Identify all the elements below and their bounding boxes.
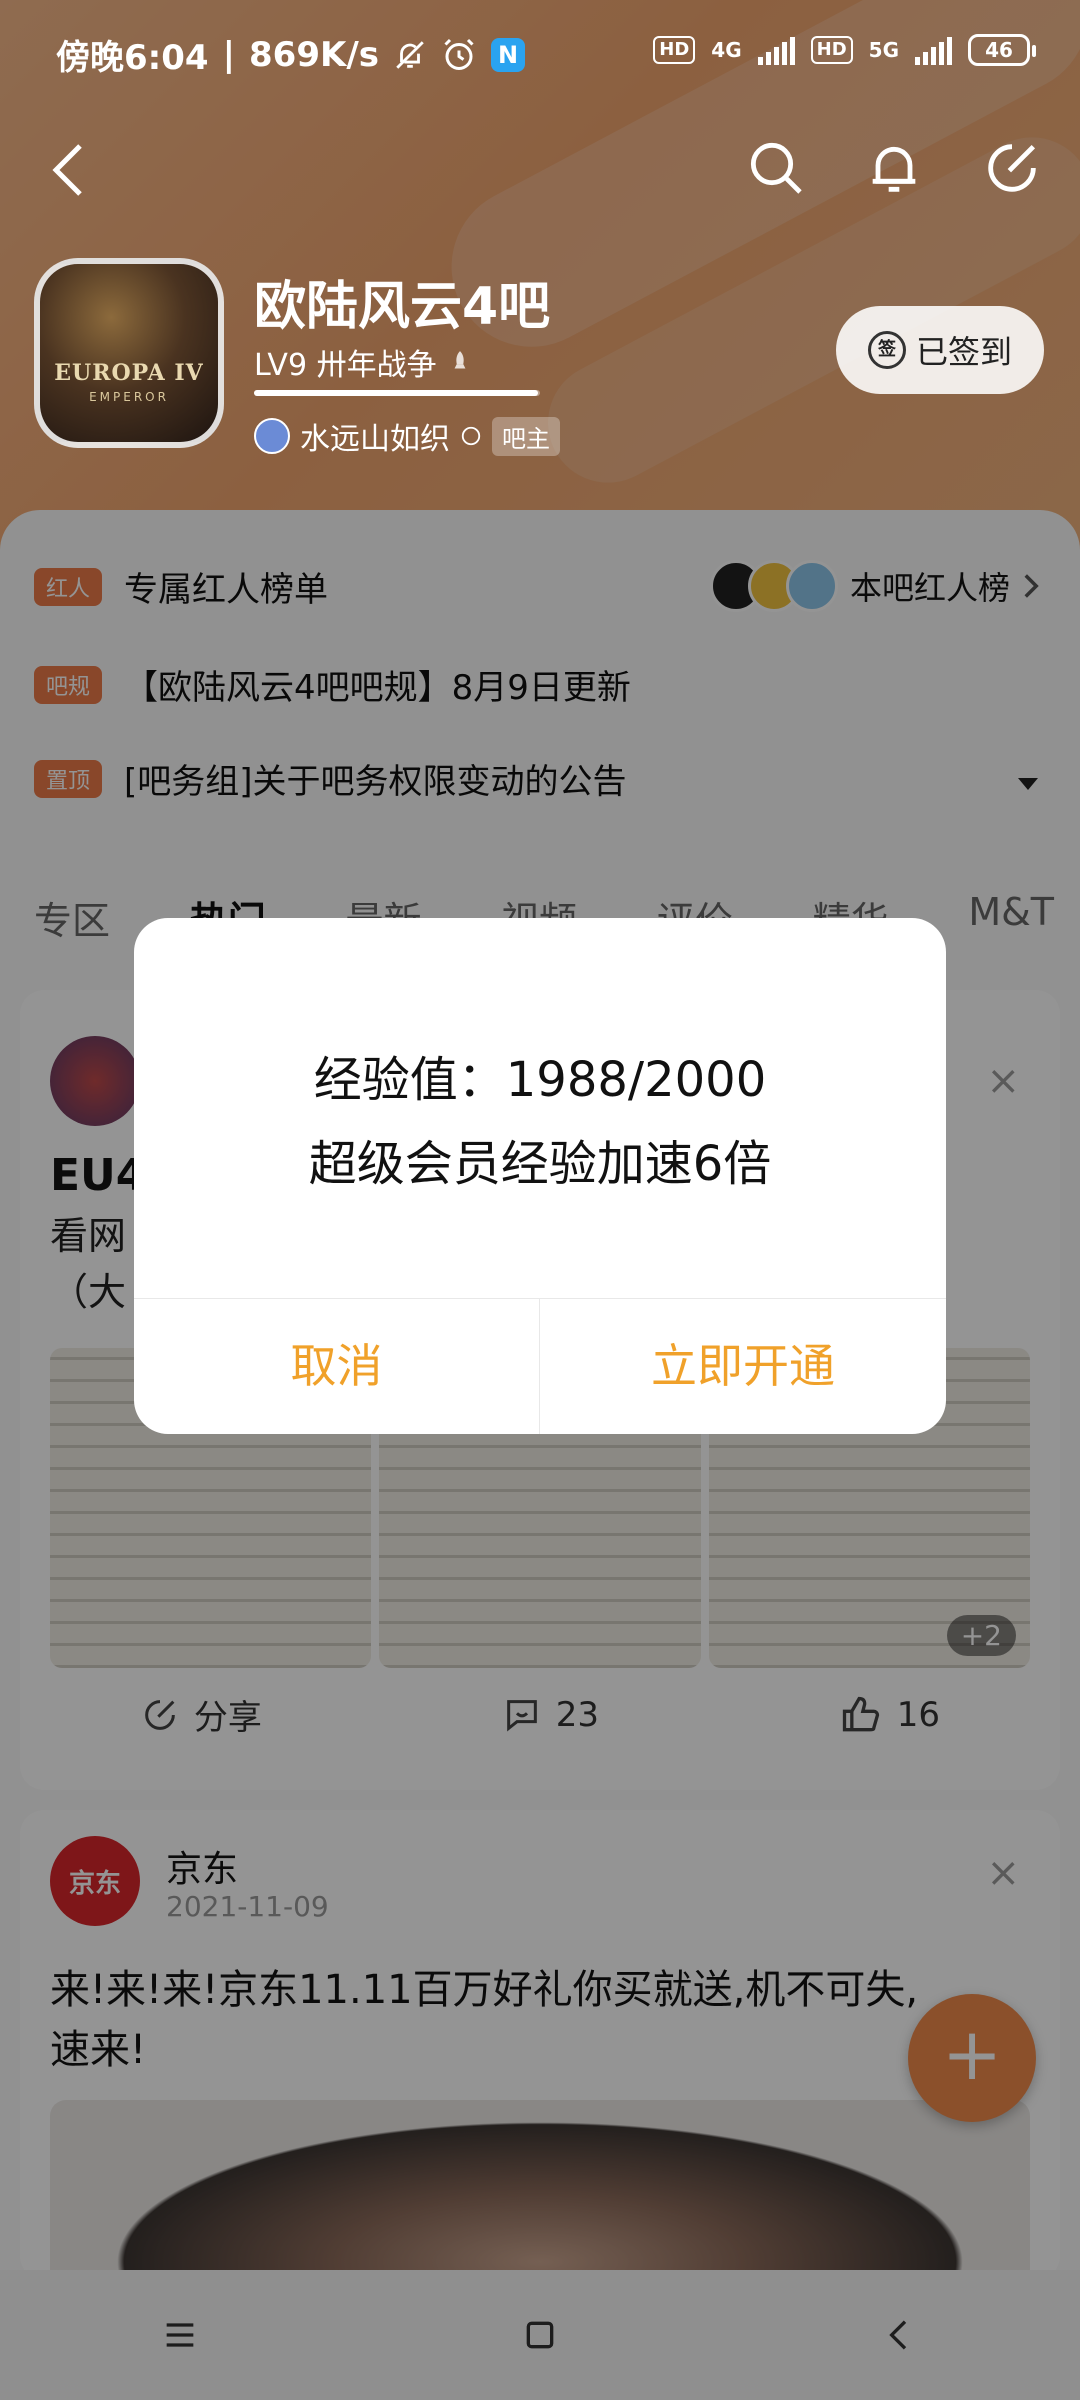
- rocket-icon: [454, 351, 465, 369]
- level-text: LV9 卅年战争: [254, 348, 437, 383]
- bell-icon[interactable]: [862, 136, 926, 200]
- cancel-button[interactable]: 取消: [134, 1298, 539, 1434]
- network-5g: 5G: [868, 38, 899, 62]
- signal-icon-2: [915, 35, 952, 65]
- forum-level[interactable]: LV9 卅年战争: [254, 340, 473, 384]
- level-progress-bar: [254, 390, 540, 396]
- forum-logo[interactable]: EUROPA IV EMPEROR: [34, 258, 224, 448]
- back-arrow-icon[interactable]: [48, 140, 88, 200]
- edit-icon[interactable]: [980, 136, 1044, 200]
- logo-text: EUROPA IV: [54, 360, 204, 386]
- dialog-experience-text: 经验值：1988/2000: [313, 1052, 767, 1108]
- status-bar: 傍晚6:04 | 869K/s N HD 4G HD 5G 46: [0, 0, 1080, 110]
- hd-icon-2: HD: [810, 36, 853, 64]
- hd-icon: HD: [653, 36, 696, 64]
- owner-avatar: [254, 418, 290, 454]
- sign-icon: 签: [867, 331, 906, 369]
- activate-now-button[interactable]: 立即开通: [540, 1298, 946, 1434]
- n-badge-icon: N: [490, 37, 525, 72]
- search-icon[interactable]: [744, 136, 808, 200]
- owner-name: 水远山如织: [300, 422, 450, 457]
- status-time: 傍晚6:04: [56, 38, 209, 78]
- battery-icon: 46: [968, 34, 1036, 66]
- status-speed: 869K/s: [249, 34, 379, 75]
- verified-icon: [461, 426, 481, 446]
- bell-off-icon: [396, 40, 424, 69]
- signed-in-button[interactable]: 签 已签到: [836, 306, 1044, 394]
- network-4g: 4G: [711, 38, 742, 62]
- alarm-icon: [444, 38, 474, 70]
- dialog-boost-text: 超级会员经验加速6倍: [308, 1136, 772, 1192]
- logo-subtext: EMPEROR: [89, 390, 169, 404]
- owner-tag: 吧主: [492, 416, 560, 456]
- forum-owner[interactable]: 水远山如织 吧主: [254, 414, 560, 458]
- forum-name: 欧陆风云4吧: [254, 277, 551, 337]
- signed-label: 已签到: [915, 333, 1012, 371]
- signal-icon: [757, 35, 795, 65]
- vip-dialog: 经验值：1988/2000 超级会员经验加速6倍 取消 立即开通: [134, 918, 946, 1434]
